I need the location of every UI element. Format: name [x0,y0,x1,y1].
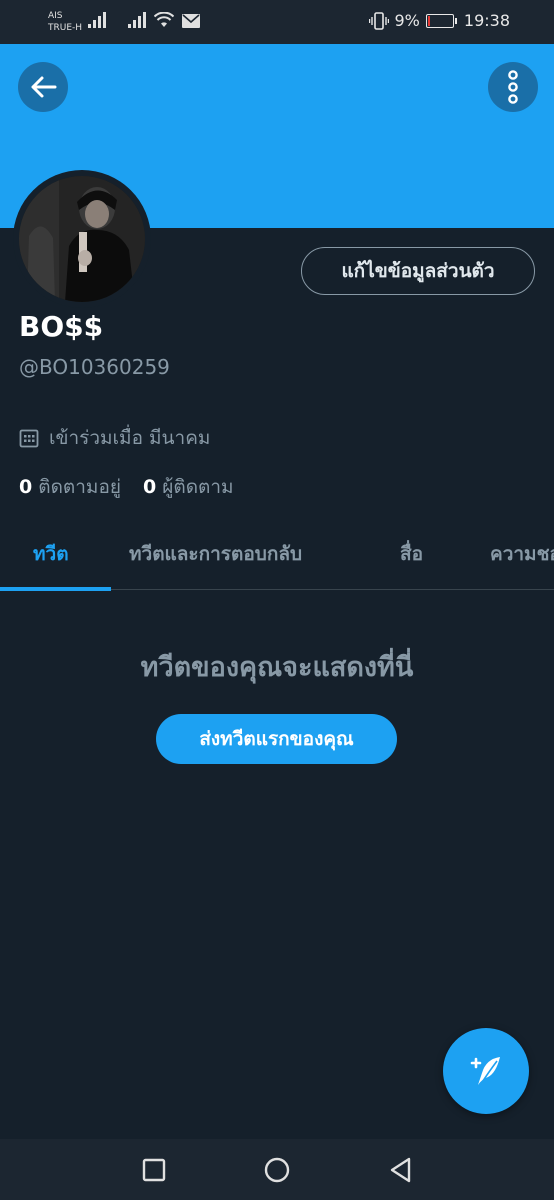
more-vertical-icon [508,70,518,104]
compose-tweet-icon [470,1057,500,1085]
status-icons-left [88,12,200,28]
avatar-photo [19,176,145,302]
back-button[interactable] [18,62,68,112]
status-icons-right: 9% 19:38 [368,11,510,30]
display-name: BO$$ [19,310,104,343]
following-link[interactable]: 0 ติดตามอยู่ [19,472,121,502]
tab-tweets-and-replies[interactable]: ทวีตและการตอบกลับ [129,518,302,590]
wifi-icon [154,12,174,27]
battery-level [427,15,430,26]
more-options-button[interactable] [488,62,538,112]
signal-icon [88,12,106,28]
recent-apps-icon[interactable] [141,1157,167,1183]
mail-icon [182,14,200,28]
arrow-left-icon [31,76,57,98]
tab-media[interactable]: สื่อ [400,518,423,590]
clock: 19:38 [463,11,510,30]
send-first-tweet-button[interactable]: ส่งทวีตแรกของคุณ [156,714,397,764]
empty-state-title: ทวีตของคุณจะแสดงที่นี่ [140,652,414,683]
back-icon[interactable] [388,1157,414,1183]
status-bar: AIS TRUE-H 9% 19:38 [0,0,554,44]
signal-icon [128,12,146,28]
carrier-label: AIS TRUE-H [48,10,82,34]
profile-avatar[interactable] [13,170,151,308]
active-tab-indicator [0,587,111,591]
vibrate-icon [368,11,389,30]
screen: AIS TRUE-H 9% 19:38 แก้ไขข้อมูลส่วนตัว B… [0,0,554,1200]
tab-tweets[interactable]: ทวีต [33,518,69,590]
followers-count: 0 [143,476,157,498]
following-count: 0 [19,476,33,498]
following-label: ติดตามอยู่ [38,476,121,498]
carrier-name: AIS [48,11,63,21]
home-icon[interactable] [264,1157,290,1183]
follow-stats: 0 ติดตามอยู่ 0 ผู้ติดตาม [19,472,234,502]
followers-label: ผู้ติดตาม [162,476,234,498]
edit-profile-button[interactable]: แก้ไขข้อมูลส่วนตัว [301,247,535,295]
battery-percent: 9% [394,11,420,30]
carrier-network: TRUE-H [48,23,83,33]
calendar-icon [19,429,39,448]
battery-icon [425,13,457,28]
profile-tabs: ทวีต ทวีตและการตอบกลับ สื่อ ความชอ [0,518,554,591]
username-handle: @BO10360259 [19,355,170,379]
tab-likes[interactable]: ความชอ [490,518,554,590]
system-nav-bar [0,1139,554,1200]
joined-label: เข้าร่วมเมื่อ มีนาคม [49,427,211,449]
compose-tweet-button[interactable] [443,1028,529,1114]
followers-link[interactable]: 0 ผู้ติดตาม [143,472,234,502]
joined-date: เข้าร่วมเมื่อ มีนาคม [19,423,210,453]
